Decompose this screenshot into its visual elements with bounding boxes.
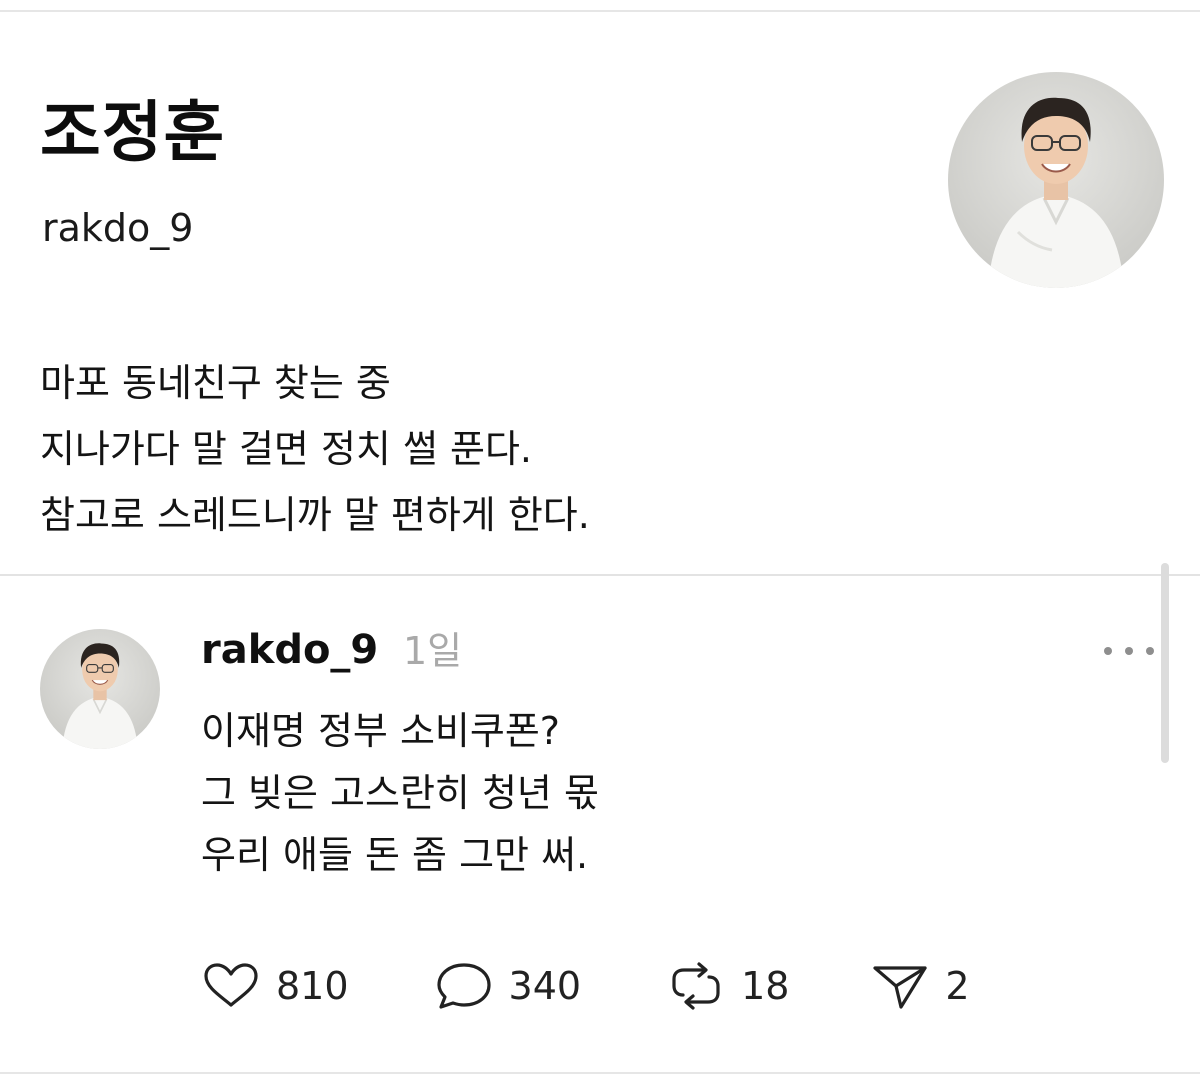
bottom-divider xyxy=(0,1072,1200,1074)
share-count: 2 xyxy=(945,964,970,1008)
profile-header: 조정훈 rakdo_9 마포 동네친구 찾는 중 지나가다 말 걸면 정치 썰 … xyxy=(0,12,1200,574)
repost-arrows-icon xyxy=(672,962,720,1010)
profile-bio: 마포 동네친구 찾는 중 지나가다 말 걸면 정치 썰 푼다. 참고로 스레드니… xyxy=(40,350,590,548)
profile-avatar[interactable] xyxy=(948,72,1164,288)
repost-button[interactable]: 18 xyxy=(665,961,789,1011)
bio-line: 지나가다 말 걸면 정치 썰 푼다. xyxy=(40,427,532,471)
paper-plane-icon xyxy=(873,966,928,1009)
speech-bubble-icon xyxy=(436,963,491,1009)
repost-count: 18 xyxy=(741,964,790,1008)
post-author-avatar[interactable] xyxy=(40,629,160,749)
bio-line: 마포 동네친구 찾는 중 xyxy=(40,361,391,405)
reply-count: 340 xyxy=(508,964,582,1008)
reply-button[interactable]: 340 xyxy=(433,960,582,1012)
dot xyxy=(1104,647,1112,655)
profile-handle[interactable]: rakdo_9 xyxy=(42,209,193,247)
post-body: 이재명 정부 소비쿠폰? 그 빚은 고스란히 청년 몫 우리 애들 돈 좀 그만… xyxy=(201,700,599,886)
dot xyxy=(1146,647,1154,655)
dot xyxy=(1125,647,1133,655)
like-count: 810 xyxy=(276,964,349,1008)
thread-post: rakdo_9 1일 이재명 정부 소비쿠폰? 그 빚은 고스란히 청년 몫 우… xyxy=(0,576,1200,1066)
post-timestamp: 1일 xyxy=(403,629,463,673)
more-options-icon[interactable] xyxy=(1104,636,1154,666)
profile-avatar-image xyxy=(948,72,1164,288)
post-action-bar: 810 340 18 2 xyxy=(200,961,970,1011)
share-button[interactable]: 2 xyxy=(869,961,970,1011)
post-line: 우리 애들 돈 좀 그만 써. xyxy=(201,833,589,877)
profile-display-name: 조정훈 xyxy=(40,94,226,171)
post-line: 이재명 정부 소비쿠폰? xyxy=(201,709,560,753)
like-button[interactable]: 810 xyxy=(200,961,349,1011)
post-avatar-image xyxy=(40,629,160,749)
post-author-name[interactable]: rakdo_9 xyxy=(201,630,378,670)
heart-icon xyxy=(204,963,258,1007)
bio-line: 참고로 스레드니까 말 편하게 한다. xyxy=(40,493,590,537)
post-line: 그 빚은 고스란히 청년 몫 xyxy=(201,771,599,815)
